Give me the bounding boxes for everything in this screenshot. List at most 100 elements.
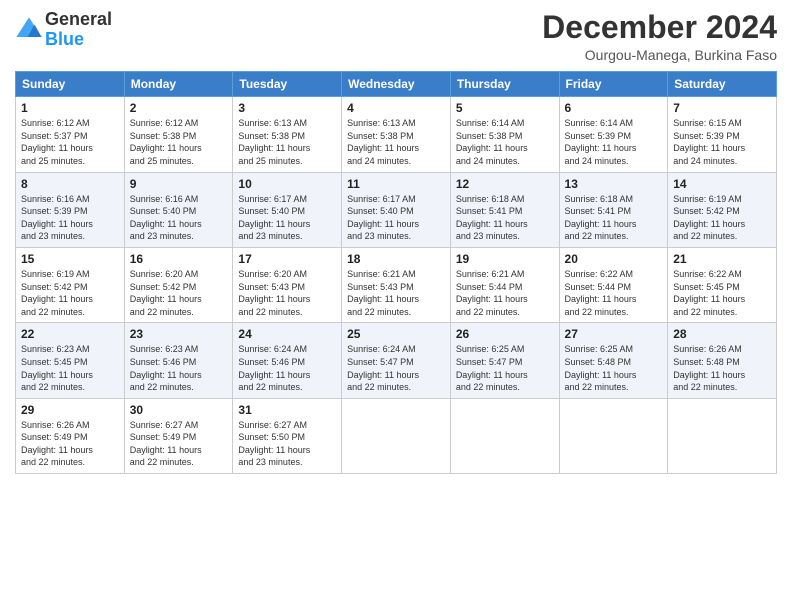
day-number: 6 bbox=[565, 101, 663, 115]
calendar-header-thursday: Thursday bbox=[450, 72, 559, 97]
location: Ourgou-Manega, Burkina Faso bbox=[542, 47, 777, 63]
calendar-cell: 4 Sunrise: 6:13 AMSunset: 5:38 PMDaylight… bbox=[342, 97, 451, 172]
calendar-cell: 18 Sunrise: 6:21 AMSunset: 5:43 PMDayligh… bbox=[342, 247, 451, 322]
logo: General Blue bbox=[15, 10, 112, 50]
day-number: 20 bbox=[565, 252, 663, 266]
day-info: Sunrise: 6:19 AMSunset: 5:42 PMDaylight:… bbox=[673, 193, 771, 243]
day-number: 23 bbox=[130, 327, 228, 341]
calendar-cell: 3 Sunrise: 6:13 AMSunset: 5:38 PMDaylight… bbox=[233, 97, 342, 172]
day-info: Sunrise: 6:23 AMSunset: 5:45 PMDaylight:… bbox=[21, 343, 119, 393]
calendar-cell: 12 Sunrise: 6:18 AMSunset: 5:41 PMDayligh… bbox=[450, 172, 559, 247]
calendar-header-monday: Monday bbox=[124, 72, 233, 97]
day-info: Sunrise: 6:18 AMSunset: 5:41 PMDaylight:… bbox=[456, 193, 554, 243]
calendar-cell: 31 Sunrise: 6:27 AMSunset: 5:50 PMDayligh… bbox=[233, 398, 342, 473]
day-info: Sunrise: 6:13 AMSunset: 5:38 PMDaylight:… bbox=[347, 117, 445, 167]
calendar-cell: 2 Sunrise: 6:12 AMSunset: 5:38 PMDaylight… bbox=[124, 97, 233, 172]
day-number: 11 bbox=[347, 177, 445, 191]
logo-general: General bbox=[45, 9, 112, 29]
day-number: 25 bbox=[347, 327, 445, 341]
day-number: 10 bbox=[238, 177, 336, 191]
day-number: 14 bbox=[673, 177, 771, 191]
calendar-week-2: 8 Sunrise: 6:16 AMSunset: 5:39 PMDaylight… bbox=[16, 172, 777, 247]
calendar-cell: 13 Sunrise: 6:18 AMSunset: 5:41 PMDayligh… bbox=[559, 172, 668, 247]
day-info: Sunrise: 6:15 AMSunset: 5:39 PMDaylight:… bbox=[673, 117, 771, 167]
calendar-header-saturday: Saturday bbox=[668, 72, 777, 97]
calendar-header-row: SundayMondayTuesdayWednesdayThursdayFrid… bbox=[16, 72, 777, 97]
calendar-cell: 22 Sunrise: 6:23 AMSunset: 5:45 PMDayligh… bbox=[16, 323, 125, 398]
calendar-week-1: 1Sunrise: 6:12 AMSunset: 5:37 PMDaylight… bbox=[16, 97, 777, 172]
title-block: December 2024 Ourgou-Manega, Burkina Fas… bbox=[542, 10, 777, 63]
calendar-cell: 11 Sunrise: 6:17 AMSunset: 5:40 PMDayligh… bbox=[342, 172, 451, 247]
day-number: 27 bbox=[565, 327, 663, 341]
calendar-cell: 20 Sunrise: 6:22 AMSunset: 5:44 PMDayligh… bbox=[559, 247, 668, 322]
day-number: 29 bbox=[21, 403, 119, 417]
calendar-cell: 21 Sunrise: 6:22 AMSunset: 5:45 PMDayligh… bbox=[668, 247, 777, 322]
day-number: 13 bbox=[565, 177, 663, 191]
logo-text: General Blue bbox=[45, 10, 112, 50]
day-info: Sunrise: 6:16 AMSunset: 5:39 PMDaylight:… bbox=[21, 193, 119, 243]
calendar-cell: 19 Sunrise: 6:21 AMSunset: 5:44 PMDayligh… bbox=[450, 247, 559, 322]
day-number: 22 bbox=[21, 327, 119, 341]
month-title: December 2024 bbox=[542, 10, 777, 45]
day-info: Sunrise: 6:26 AMSunset: 5:49 PMDaylight:… bbox=[21, 419, 119, 469]
day-number: 19 bbox=[456, 252, 554, 266]
day-info: Sunrise: 6:17 AMSunset: 5:40 PMDaylight:… bbox=[238, 193, 336, 243]
calendar-cell: 10 Sunrise: 6:17 AMSunset: 5:40 PMDayligh… bbox=[233, 172, 342, 247]
calendar-cell: 25 Sunrise: 6:24 AMSunset: 5:47 PMDayligh… bbox=[342, 323, 451, 398]
calendar-cell: 8 Sunrise: 6:16 AMSunset: 5:39 PMDaylight… bbox=[16, 172, 125, 247]
day-info: Sunrise: 6:23 AMSunset: 5:46 PMDaylight:… bbox=[130, 343, 228, 393]
day-number: 17 bbox=[238, 252, 336, 266]
calendar-header-sunday: Sunday bbox=[16, 72, 125, 97]
day-info: Sunrise: 6:21 AMSunset: 5:43 PMDaylight:… bbox=[347, 268, 445, 318]
day-number: 7 bbox=[673, 101, 771, 115]
header: General Blue December 2024 Ourgou-Manega… bbox=[15, 10, 777, 63]
day-info: Sunrise: 6:27 AMSunset: 5:50 PMDaylight:… bbox=[238, 419, 336, 469]
calendar-cell: 5Sunrise: 6:14 AMSunset: 5:38 PMDaylight… bbox=[450, 97, 559, 172]
day-info: Sunrise: 6:24 AMSunset: 5:47 PMDaylight:… bbox=[347, 343, 445, 393]
calendar-cell: 1Sunrise: 6:12 AMSunset: 5:37 PMDaylight… bbox=[16, 97, 125, 172]
calendar-cell: 17Sunrise: 6:20 AMSunset: 5:43 PMDayligh… bbox=[233, 247, 342, 322]
day-info: Sunrise: 6:19 AMSunset: 5:42 PMDaylight:… bbox=[21, 268, 119, 318]
day-number: 30 bbox=[130, 403, 228, 417]
day-info: Sunrise: 6:25 AMSunset: 5:47 PMDaylight:… bbox=[456, 343, 554, 393]
day-number: 4 bbox=[347, 101, 445, 115]
day-info: Sunrise: 6:14 AMSunset: 5:39 PMDaylight:… bbox=[565, 117, 663, 167]
calendar-cell: 9Sunrise: 6:16 AMSunset: 5:40 PMDaylight… bbox=[124, 172, 233, 247]
day-info: Sunrise: 6:18 AMSunset: 5:41 PMDaylight:… bbox=[565, 193, 663, 243]
calendar-cell: 23 Sunrise: 6:23 AMSunset: 5:46 PMDayligh… bbox=[124, 323, 233, 398]
calendar-cell: 27 Sunrise: 6:25 AMSunset: 5:48 PMDayligh… bbox=[559, 323, 668, 398]
calendar-cell: 16Sunrise: 6:20 AMSunset: 5:42 PMDayligh… bbox=[124, 247, 233, 322]
day-number: 12 bbox=[456, 177, 554, 191]
day-number: 28 bbox=[673, 327, 771, 341]
day-info: Sunrise: 6:14 AMSunset: 5:38 PMDaylight:… bbox=[456, 117, 554, 167]
calendar-header-friday: Friday bbox=[559, 72, 668, 97]
calendar-week-3: 15 Sunrise: 6:19 AMSunset: 5:42 PMDayligh… bbox=[16, 247, 777, 322]
calendar-cell: 15 Sunrise: 6:19 AMSunset: 5:42 PMDayligh… bbox=[16, 247, 125, 322]
day-info: Sunrise: 6:13 AMSunset: 5:38 PMDaylight:… bbox=[238, 117, 336, 167]
calendar-week-5: 29 Sunrise: 6:26 AMSunset: 5:49 PMDayligh… bbox=[16, 398, 777, 473]
calendar-week-4: 22 Sunrise: 6:23 AMSunset: 5:45 PMDayligh… bbox=[16, 323, 777, 398]
day-info: Sunrise: 6:22 AMSunset: 5:44 PMDaylight:… bbox=[565, 268, 663, 318]
calendar-cell: 30 Sunrise: 6:27 AMSunset: 5:49 PMDayligh… bbox=[124, 398, 233, 473]
day-number: 31 bbox=[238, 403, 336, 417]
calendar-cell: 26Sunrise: 6:25 AMSunset: 5:47 PMDayligh… bbox=[450, 323, 559, 398]
day-info: Sunrise: 6:12 AMSunset: 5:38 PMDaylight:… bbox=[130, 117, 228, 167]
logo-blue: Blue bbox=[45, 29, 84, 49]
calendar-cell: 24Sunrise: 6:24 AMSunset: 5:46 PMDayligh… bbox=[233, 323, 342, 398]
day-number: 8 bbox=[21, 177, 119, 191]
day-info: Sunrise: 6:27 AMSunset: 5:49 PMDaylight:… bbox=[130, 419, 228, 469]
day-number: 21 bbox=[673, 252, 771, 266]
logo-icon bbox=[15, 16, 43, 44]
day-number: 2 bbox=[130, 101, 228, 115]
day-number: 3 bbox=[238, 101, 336, 115]
day-number: 15 bbox=[21, 252, 119, 266]
calendar-cell bbox=[342, 398, 451, 473]
day-number: 18 bbox=[347, 252, 445, 266]
day-info: Sunrise: 6:17 AMSunset: 5:40 PMDaylight:… bbox=[347, 193, 445, 243]
day-info: Sunrise: 6:22 AMSunset: 5:45 PMDaylight:… bbox=[673, 268, 771, 318]
day-info: Sunrise: 6:21 AMSunset: 5:44 PMDaylight:… bbox=[456, 268, 554, 318]
calendar-cell: 6 Sunrise: 6:14 AMSunset: 5:39 PMDaylight… bbox=[559, 97, 668, 172]
day-info: Sunrise: 6:25 AMSunset: 5:48 PMDaylight:… bbox=[565, 343, 663, 393]
day-number: 24 bbox=[238, 327, 336, 341]
day-number: 16 bbox=[130, 252, 228, 266]
